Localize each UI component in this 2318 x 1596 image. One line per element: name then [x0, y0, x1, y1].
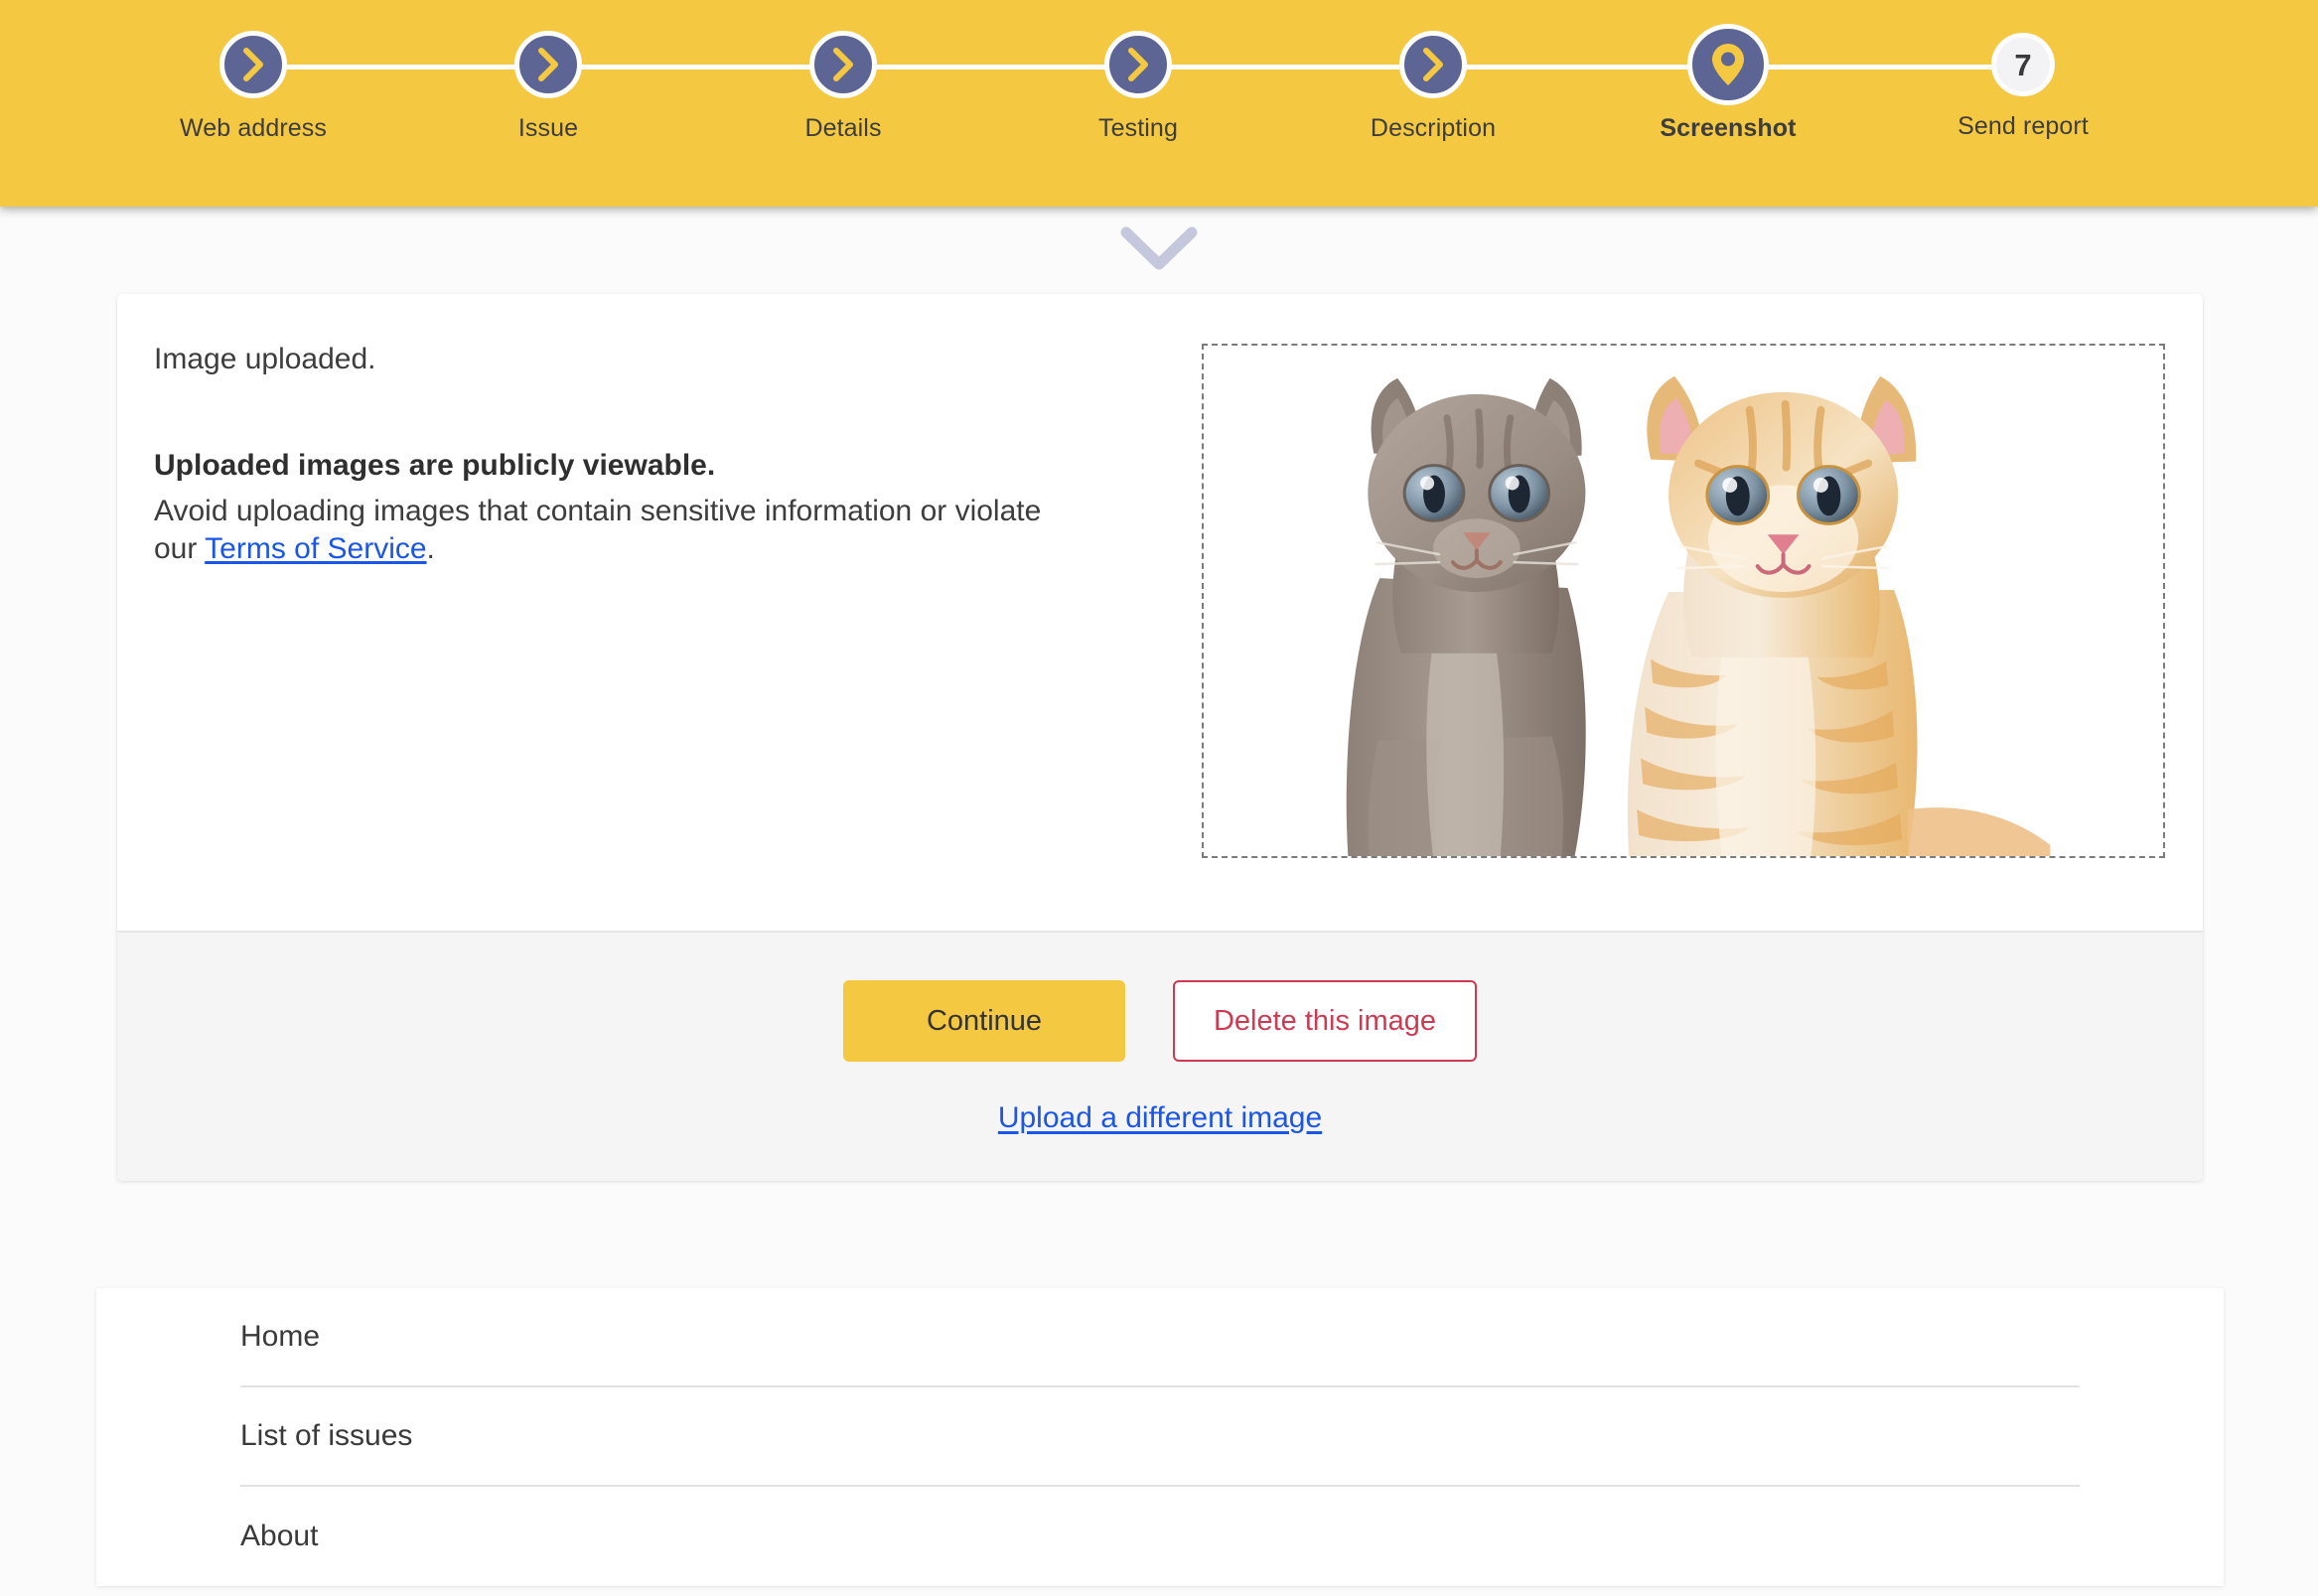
upload-status-text: Image uploaded. [154, 343, 376, 375]
stepper-step-label: Description [1370, 114, 1497, 142]
upload-different-row: Upload a different image [117, 1101, 2203, 1135]
stepper-step-web-address[interactable]: Web address [154, 0, 353, 143]
page-viewport: Web address Issue Details Testing Descriptio… [0, 0, 2318, 1596]
stepper-step-label: Testing [1098, 114, 1178, 142]
delete-this-image-button[interactable]: Delete this image [1173, 980, 1477, 1062]
card-body: Image uploaded. Uploaded images are publ… [117, 294, 2203, 931]
stepper-track: Web address Issue Details Testing Descriptio… [0, 0, 2318, 207]
stepper-step-label: Issue [517, 114, 579, 142]
stepper-step-screenshot[interactable]: Screenshot [1629, 0, 1827, 143]
terms-of-service-link[interactable]: Terms of Service [205, 532, 426, 565]
stepper-step-description[interactable]: Description [1334, 0, 1532, 143]
page-frame: Web address Issue Details Testing Descriptio… [0, 0, 2318, 1596]
chevron-right-icon [219, 31, 287, 98]
chevron-right-icon [514, 31, 582, 98]
progress-stepper-header: Web address Issue Details Testing Descriptio… [0, 0, 2318, 207]
stepper-step-issue[interactable]: Issue [449, 0, 648, 143]
public-notice-heading: Uploaded images are publicly viewable. [154, 449, 716, 483]
chevron-right-icon [1399, 31, 1467, 98]
public-notice-body-after: . [426, 532, 435, 566]
stepper-step-details[interactable]: Details [744, 0, 942, 143]
card-action-footer: Continue Delete this image Upload a diff… [117, 931, 2203, 1181]
stepper-step-label: Screenshot [1660, 114, 1797, 142]
card-text-column: Image uploaded. Uploaded images are publ… [154, 341, 1048, 569]
map-pin-icon [1687, 24, 1769, 105]
stepper-step-testing[interactable]: Testing [1039, 0, 1237, 143]
footer-nav-card: Home List of issues About [96, 1288, 2224, 1586]
stepper-step-label: Send report [1957, 112, 2089, 140]
public-notice: Uploaded images are publicly viewable. A… [154, 447, 1048, 568]
scroll-down-hint[interactable] [1120, 226, 1198, 277]
screenshot-upload-card: Image uploaded. Uploaded images are publ… [117, 294, 2203, 1181]
action-button-row: Continue Delete this image [117, 980, 2203, 1062]
stepper-step-send-report[interactable]: 7 Send report [1924, 0, 2122, 141]
footer-nav-item-home[interactable]: Home [240, 1288, 2080, 1387]
chevron-down-icon [1120, 226, 1198, 276]
stepper-step-label: Web address [180, 114, 327, 142]
continue-button[interactable]: Continue [843, 980, 1125, 1062]
chevron-right-icon [1104, 31, 1172, 98]
kittens-image [1204, 346, 2163, 856]
step-number-badge: 7 [1991, 33, 2055, 96]
footer-nav-item-about[interactable]: About [240, 1487, 2080, 1586]
stepper-step-label: Details [804, 114, 882, 142]
chevron-right-icon [809, 31, 877, 98]
upload-a-different-image-link[interactable]: Upload a different image [998, 1101, 1322, 1134]
step-number-text: 7 [2014, 47, 2032, 82]
footer-nav-item-list-of-issues[interactable]: List of issues [240, 1387, 2080, 1487]
uploaded-image-preview[interactable] [1202, 344, 2165, 858]
